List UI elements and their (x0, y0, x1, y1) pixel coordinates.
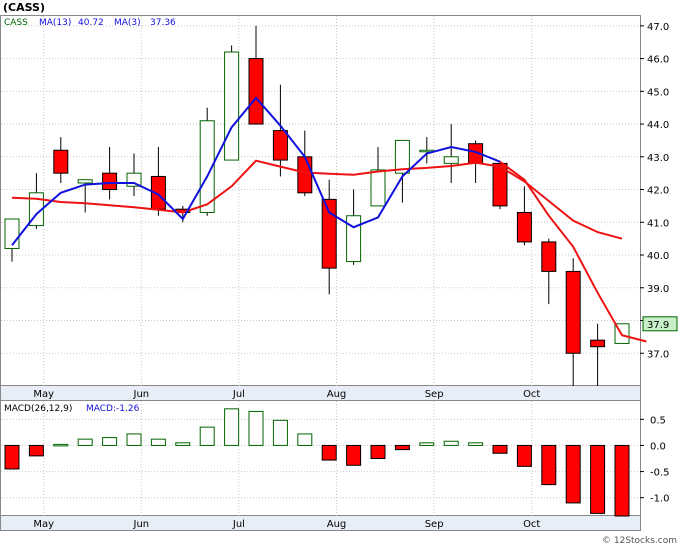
macd-bar-negative (346, 444, 362, 466)
price-y-tick-label: 46.0 (647, 55, 669, 66)
legend-ma3-label: MA(3) (114, 18, 141, 28)
macd-legend-value: MACD:-1.26 (86, 404, 140, 414)
candle-down (565, 270, 581, 354)
macd-bar-positive (272, 419, 288, 446)
legend-ma13-value: 40.72 (78, 18, 104, 28)
macd-bar-negative (492, 444, 508, 454)
macd-y-tick-label: 0.0 (650, 441, 666, 452)
macd-x-tick-label: Sep (425, 519, 444, 530)
macd-bar-positive (468, 442, 484, 446)
candle-up (224, 51, 240, 161)
macd-bar-positive (224, 408, 240, 446)
macd-legend: MACD(26,12,9) MACD:-1.26 (4, 404, 140, 414)
macd-legend-label: MACD(26,12,9) (4, 404, 72, 414)
macd-x-tick-label: Jul (232, 519, 245, 530)
candle-down (53, 149, 69, 174)
candle-up (370, 169, 386, 207)
chart-window: 37.038.039.040.041.042.043.044.045.046.0… (0, 0, 680, 546)
candle-down (590, 339, 606, 348)
macd-y-axis: 0.5 0.0 -0.5 -1.0 (640, 415, 670, 505)
price-x-tick-label: Jun (133, 389, 150, 400)
stock-chart: 37.038.039.040.041.042.043.044.045.046.0… (0, 1, 678, 546)
candle-down (321, 198, 337, 269)
price-y-tick-label: 43.0 (647, 153, 669, 164)
chart-title: (CASS) (3, 1, 45, 14)
price-y-tick-label: 40.0 (647, 251, 669, 262)
candle-down (541, 241, 557, 272)
price-x-tick-label: Sep (425, 389, 444, 400)
macd-bar-positive (126, 433, 142, 446)
price-y-tick-label: 42.0 (647, 186, 669, 197)
price-y-tick-label: 45.0 (647, 87, 669, 98)
macd-bar-positive (248, 410, 264, 446)
last-price-text: 37.9 (647, 320, 669, 331)
macd-bar-negative (321, 444, 337, 461)
macd-bar-positive (443, 440, 459, 446)
macd-xaxis-strip (0, 515, 641, 531)
macd-bar-positive (175, 442, 191, 446)
candle-up (443, 156, 459, 164)
macd-bar-positive (199, 426, 215, 446)
macd-bar-negative (541, 444, 557, 486)
candle-down (272, 130, 288, 161)
macd-bar-positive (53, 443, 69, 447)
macd-bar-negative (590, 444, 606, 514)
candle-down (297, 156, 313, 194)
candle-up (346, 215, 362, 263)
price-x-tick-label: Oct (523, 389, 540, 400)
macd-bar-negative (4, 444, 20, 470)
candle-down (102, 172, 118, 191)
price-x-tick-label: Aug (327, 389, 347, 400)
macd-bar-negative (370, 444, 386, 460)
macd-x-tick-label: Aug (327, 519, 347, 530)
price-y-tick-label: 44.0 (647, 120, 669, 131)
price-x-tick-label: May (33, 389, 54, 400)
legend-ma13-label: MA(13) (39, 18, 71, 28)
macd-bar-positive (419, 442, 435, 446)
macd-bar-negative (28, 444, 44, 457)
macd-bar-positive (150, 438, 166, 446)
price-y-tick-label: 37.0 (647, 349, 669, 360)
macd-bar-negative (565, 444, 581, 504)
candle-down (516, 211, 532, 243)
macd-x-tick-label: Jun (133, 519, 150, 530)
macd-y-tick-label: -0.5 (650, 468, 670, 479)
price-panel-frame (0, 15, 641, 386)
legend-ticker: CASS (4, 18, 28, 28)
macd-bar-negative (614, 444, 630, 517)
price-xaxis-strip (0, 385, 641, 401)
macd-bar-positive (77, 438, 93, 446)
macd-x-tick-label: Oct (523, 519, 540, 530)
legend-ma3-value: 37.36 (150, 18, 176, 28)
price-y-tick-label: 47.0 (647, 22, 669, 33)
macd-bar-negative (394, 444, 410, 451)
price-y-tick-label: 39.0 (647, 284, 669, 295)
macd-bar-negative (516, 444, 532, 467)
macd-bar-positive (297, 433, 313, 446)
macd-bar-positive (102, 437, 118, 446)
price-y-axis: 37.038.039.040.041.042.043.044.045.046.0… (640, 22, 669, 360)
price-y-tick-label: 41.0 (647, 218, 669, 229)
macd-x-tick-label: May (33, 519, 54, 530)
candle-up (77, 179, 93, 184)
macd-y-tick-label: 0.5 (650, 415, 666, 426)
price-x-tick-label: Jul (232, 389, 245, 400)
footer-copyright: © 12Stocks.com (602, 536, 677, 546)
macd-y-tick-label: -1.0 (650, 494, 670, 505)
last-price-tag: 37.9 (642, 316, 678, 332)
candle-down (248, 58, 264, 125)
